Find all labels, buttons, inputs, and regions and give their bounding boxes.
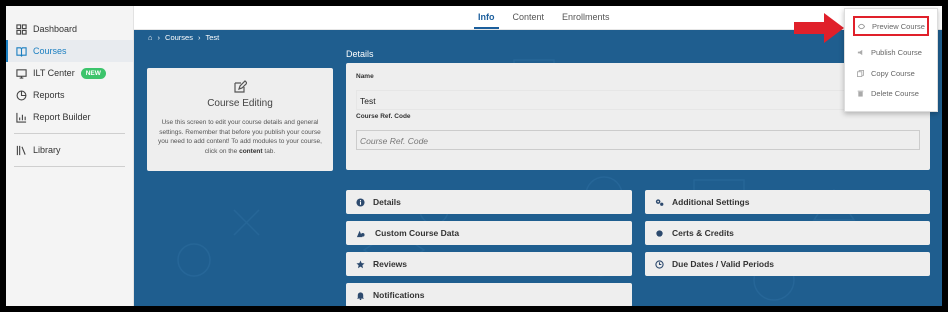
ilt-icon [16, 68, 27, 79]
sidebar-item-courses[interactable]: Courses [6, 40, 133, 62]
home-icon[interactable]: ⌂ [148, 33, 153, 42]
tab-info[interactable]: Info [474, 11, 499, 29]
sidebar-item-library[interactable]: Library [6, 139, 133, 161]
tab-content[interactable]: Content [509, 11, 549, 29]
publish-course-item[interactable]: Publish Course [845, 42, 939, 62]
ref-code-field[interactable]: Course Ref. Code [356, 130, 920, 150]
sidebar-item-label: Courses [33, 46, 67, 56]
content-link[interactable]: content [239, 148, 262, 155]
preview-course-item[interactable]: Preview Course [853, 16, 929, 36]
trash-icon [857, 90, 864, 97]
section-details[interactable]: Details [346, 190, 632, 214]
dashboard-icon [16, 23, 27, 35]
course-actions-menu: Preview Course Publish Course Copy Cours… [844, 8, 938, 112]
details-card: Name Test Course Ref. Code Course Ref. C… [346, 63, 930, 170]
ref-code-label: Course Ref. Code [356, 113, 411, 120]
tab-enrollments[interactable]: Enrollments [558, 11, 614, 29]
breadcrumb: ⌂ › Courses › Test [148, 33, 219, 42]
sidebar-item-reports[interactable]: Reports [6, 84, 133, 106]
shapes-icon [356, 230, 365, 237]
chevron-right-icon: › [197, 33, 201, 42]
sidebar: Dashboard Courses ILT Center NEW Reports… [6, 6, 134, 306]
sidebar-item-label: Reports [33, 90, 65, 100]
copy-course-item[interactable]: Copy Course [845, 63, 939, 83]
sidebar-item-label: Dashboard [33, 24, 78, 34]
edit-icon [234, 80, 247, 93]
library-icon [16, 145, 26, 155]
chevron-right-icon: › [157, 33, 161, 42]
sidebar-item-label: ILT Center [33, 68, 75, 78]
card-title: Course Editing [207, 98, 273, 109]
info-icon [356, 197, 365, 207]
name-field[interactable]: Test [356, 90, 920, 110]
megaphone-icon [857, 49, 863, 55]
section-due-dates[interactable]: Due Dates / Valid Periods [645, 252, 930, 276]
sidebar-divider [14, 133, 125, 134]
delete-course-item[interactable]: Delete Course [845, 83, 939, 103]
details-heading: Details [346, 49, 374, 59]
pie-chart-icon [16, 90, 27, 100]
sidebar-divider [14, 166, 125, 167]
book-icon [16, 46, 27, 57]
section-custom-course-data[interactable]: Custom Course Data [346, 221, 632, 245]
course-editing-card: Course Editing Use this screen to edit y… [147, 68, 333, 171]
eye-icon [858, 23, 865, 29]
sidebar-item-ilt-center[interactable]: ILT Center NEW [6, 62, 133, 84]
badge-icon [656, 229, 663, 237]
section-additional-settings[interactable]: Additional Settings [645, 190, 930, 214]
breadcrumb-courses[interactable]: Courses [165, 33, 193, 42]
gears-icon [655, 198, 664, 206]
breadcrumb-current: Test [205, 33, 220, 42]
section-notifications[interactable]: Notifications [346, 283, 632, 306]
main-panel: ⌂ › Courses › Test Course Editing Use th… [134, 30, 942, 306]
bell-icon [356, 291, 365, 300]
star-icon [356, 259, 365, 268]
section-reviews[interactable]: Reviews [346, 252, 632, 276]
name-label: Name [356, 73, 374, 80]
new-badge: NEW [80, 67, 106, 79]
card-description: Use this screen to edit your course deta… [158, 119, 322, 155]
clock-icon [655, 259, 664, 269]
sidebar-item-report-builder[interactable]: Report Builder [6, 106, 133, 128]
red-arrow-annotation [794, 13, 844, 43]
sidebar-item-label: Library [33, 145, 61, 155]
sidebar-item-label: Report Builder [33, 112, 91, 122]
bar-chart-icon [16, 112, 27, 123]
copy-icon [857, 69, 864, 77]
section-certs-credits[interactable]: Certs & Credits [645, 221, 930, 245]
sidebar-item-dashboard[interactable]: Dashboard [6, 18, 133, 40]
app-window: Dashboard Courses ILT Center NEW Reports… [6, 6, 942, 306]
tab-bar: Info Content Enrollments [474, 11, 614, 29]
